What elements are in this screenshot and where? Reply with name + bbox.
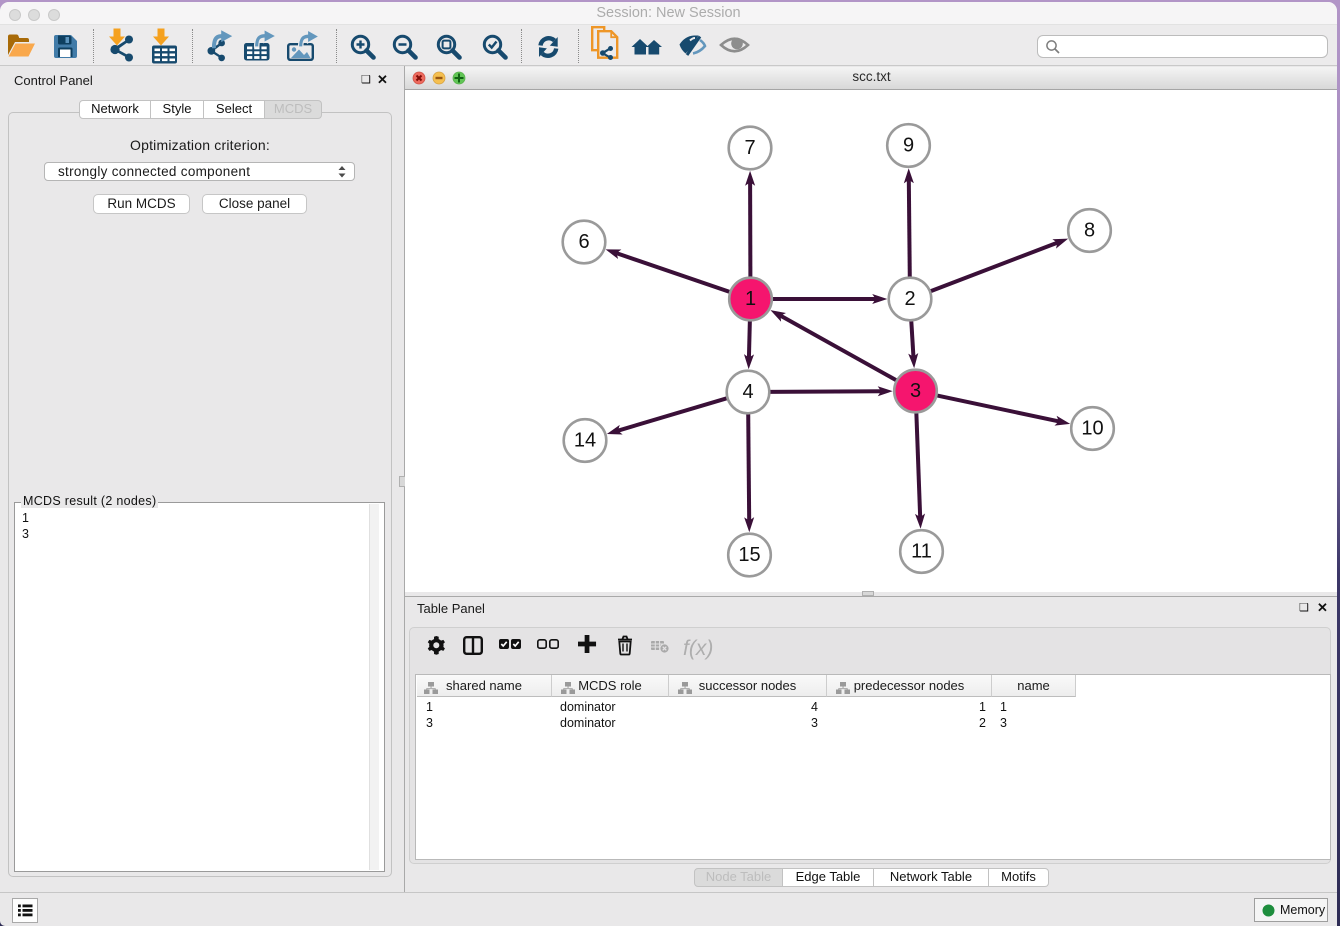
- svg-text:f(x): f(x): [683, 637, 713, 660]
- svg-text:15: 15: [738, 544, 760, 566]
- svg-text:6: 6: [578, 231, 589, 253]
- svg-text:1: 1: [745, 288, 756, 310]
- svg-text:2: 2: [904, 288, 915, 310]
- svg-text:10: 10: [1081, 418, 1103, 440]
- svg-text:7: 7: [744, 137, 755, 159]
- svg-text:11: 11: [911, 541, 932, 563]
- svg-text:3: 3: [910, 380, 921, 402]
- svg-text:14: 14: [574, 430, 596, 452]
- svg-text:4: 4: [742, 381, 753, 403]
- svg-text:9: 9: [903, 135, 914, 157]
- svg-text:8: 8: [1084, 220, 1095, 242]
